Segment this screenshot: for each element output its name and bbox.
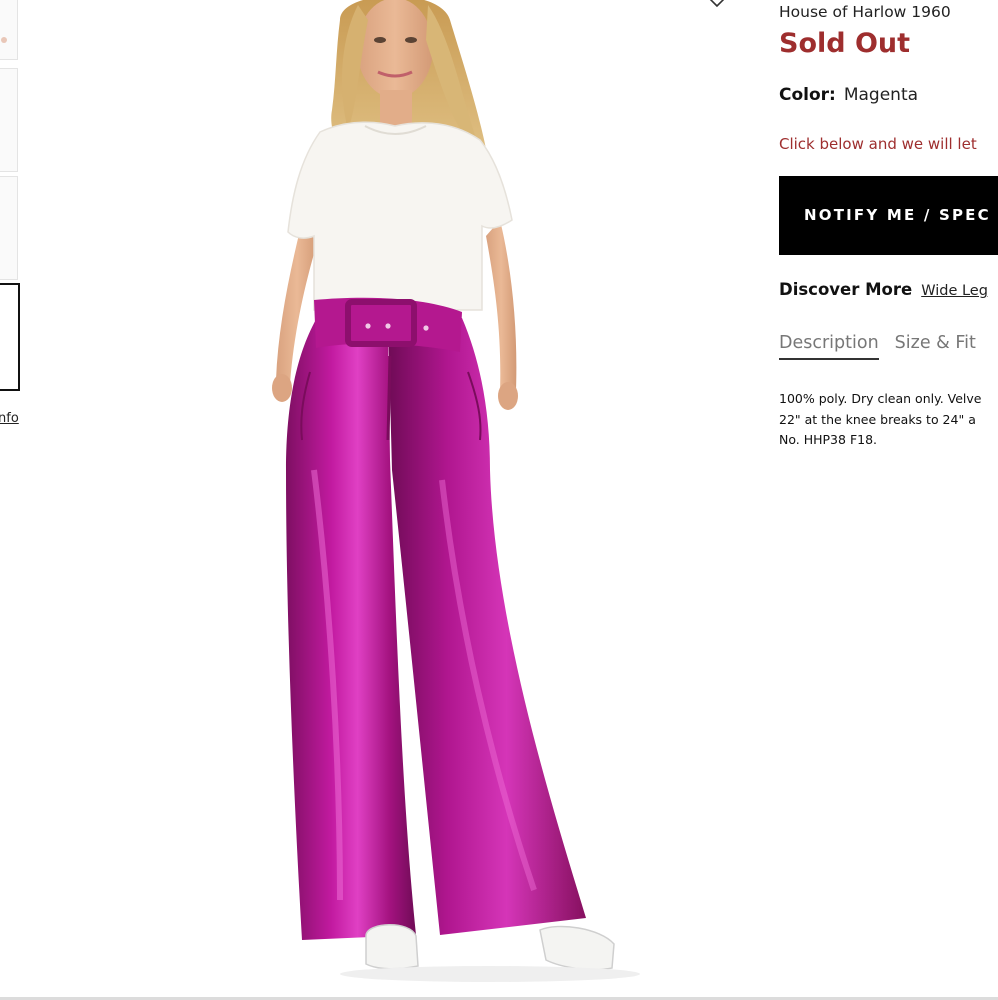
description-line: 22" at the knee breaks to 24" a bbox=[779, 411, 976, 427]
product-panel: House of Harlow 1960 Sold Out Color: Mage… bbox=[779, 0, 998, 460]
product-image bbox=[190, 0, 670, 1000]
thumbnail-rail bbox=[0, 0, 20, 440]
thumbnail-1[interactable] bbox=[0, 0, 18, 60]
product-tabs: Description Size & Fit bbox=[779, 333, 976, 360]
thumbnail-1-swatch bbox=[1, 37, 7, 43]
stock-status: Sold Out bbox=[779, 28, 911, 59]
tab-description[interactable]: Description bbox=[779, 333, 879, 360]
tab-size-fit[interactable]: Size & Fit bbox=[895, 333, 976, 358]
description-line: 100% poly. Dry clean only. Velve bbox=[779, 391, 982, 406]
thumbnail-3[interactable] bbox=[0, 176, 18, 280]
notify-me-label: NOTIFY ME / SPEC bbox=[804, 206, 991, 224]
description-line: No. HHP38 F18. bbox=[779, 432, 878, 447]
color-row: Color: Magenta bbox=[779, 85, 918, 105]
thumbnail-4-selected[interactable] bbox=[0, 283, 20, 391]
thumbnail-2[interactable] bbox=[0, 68, 18, 172]
color-value: Magenta bbox=[843, 85, 919, 105]
discover-more-link[interactable]: Wide Leg bbox=[921, 283, 988, 299]
discover-more: Discover More Wide Leg bbox=[779, 280, 988, 299]
brand-name[interactable]: House of Harlow 1960 bbox=[779, 3, 951, 21]
notify-notice: Click below and we will let bbox=[779, 135, 977, 153]
size-info-link[interactable]: nfo bbox=[0, 411, 19, 426]
description-text: 100% poly. Dry clean only. Velve 22" at … bbox=[779, 389, 998, 451]
heart-icon[interactable] bbox=[706, 0, 728, 8]
notify-me-button[interactable]: NOTIFY ME / SPEC bbox=[779, 176, 998, 255]
discover-more-label: Discover More bbox=[779, 280, 913, 299]
color-label: Color: bbox=[779, 85, 836, 105]
